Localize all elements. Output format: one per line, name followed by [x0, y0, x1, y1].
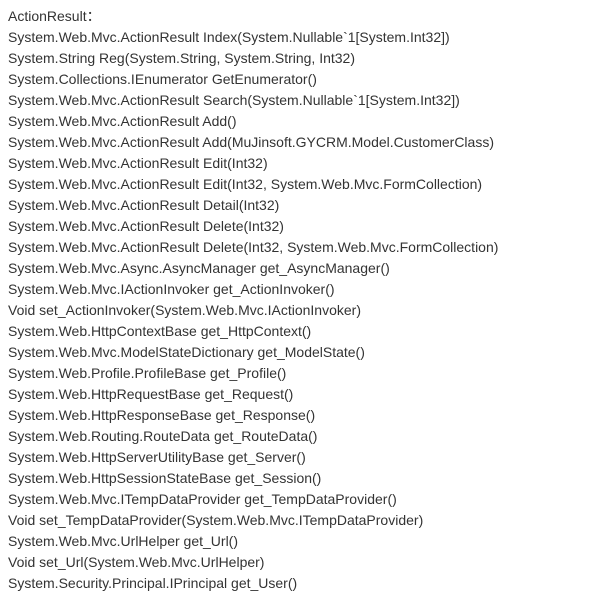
- method-signature-line: System.Web.Mvc.IActionInvoker get_Action…: [8, 279, 606, 300]
- method-signature-line: System.Web.HttpServerUtilityBase get_Ser…: [8, 447, 606, 468]
- method-signature-line: System.String Reg(System.String, System.…: [8, 48, 606, 69]
- method-signature-line: System.Web.Routing.RouteData get_RouteDa…: [8, 426, 606, 447]
- method-signature-line: System.Web.Mvc.ActionResult Index(System…: [8, 27, 606, 48]
- method-list-container: ActionResult： System.Web.Mvc.ActionResul…: [8, 6, 606, 594]
- method-signature-line: Void set_Url(System.Web.Mvc.UrlHelper): [8, 552, 606, 573]
- method-signature-line: System.Web.Mvc.ActionResult Delete(Int32…: [8, 237, 606, 258]
- header-line: ActionResult：: [8, 6, 606, 27]
- method-signature-line: System.Web.Mvc.ITempDataProvider get_Tem…: [8, 489, 606, 510]
- method-signature-line: System.Web.Mvc.Async.AsyncManager get_As…: [8, 258, 606, 279]
- method-signature-line: System.Web.Mvc.ActionResult Delete(Int32…: [8, 216, 606, 237]
- method-signature-line: Void set_TempDataProvider(System.Web.Mvc…: [8, 510, 606, 531]
- method-signature-line: Void set_ActionInvoker(System.Web.Mvc.IA…: [8, 300, 606, 321]
- method-signature-line: System.Web.Mvc.ActionResult Add(): [8, 111, 606, 132]
- method-signature-line: System.Web.Profile.ProfileBase get_Profi…: [8, 363, 606, 384]
- method-signature-line: System.Web.Mvc.ActionResult Edit(Int32, …: [8, 174, 606, 195]
- method-signature-line: System.Security.Principal.IPrincipal get…: [8, 573, 606, 594]
- method-signature-line: System.Web.Mvc.ModelStateDictionary get_…: [8, 342, 606, 363]
- method-signature-line: System.Web.Mvc.ActionResult Edit(Int32): [8, 153, 606, 174]
- method-signature-line: System.Collections.IEnumerator GetEnumer…: [8, 69, 606, 90]
- method-signature-line: System.Web.HttpResponseBase get_Response…: [8, 405, 606, 426]
- method-signature-line: System.Web.Mvc.ActionResult Detail(Int32…: [8, 195, 606, 216]
- method-signature-line: System.Web.HttpContextBase get_HttpConte…: [8, 321, 606, 342]
- method-signature-line: System.Web.Mvc.ActionResult Search(Syste…: [8, 90, 606, 111]
- method-signature-line: System.Web.HttpSessionStateBase get_Sess…: [8, 468, 606, 489]
- method-signature-line: System.Web.HttpRequestBase get_Request(): [8, 384, 606, 405]
- method-signature-line: System.Web.Mvc.ActionResult Add(MuJinsof…: [8, 132, 606, 153]
- method-signature-line: System.Web.Mvc.UrlHelper get_Url(): [8, 531, 606, 552]
